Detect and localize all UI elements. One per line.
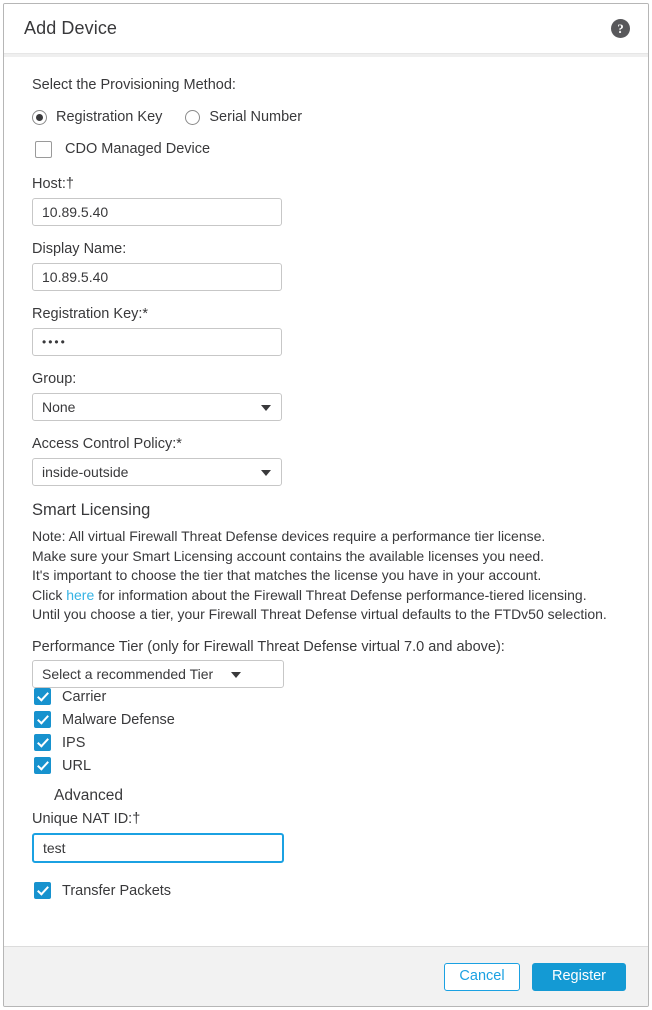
access-control-policy-select[interactable]: inside-outside	[32, 458, 282, 486]
checkbox-icon	[35, 140, 52, 158]
checkbox-checked-icon	[34, 734, 51, 751]
link-line-after: for information about the Firewall Threa…	[94, 586, 587, 603]
access-control-policy-field-block: Access Control Policy:* inside-outside	[32, 436, 628, 486]
registration-key-label: Registration Key:*	[32, 306, 149, 322]
advanced-heading: Advanced	[54, 786, 123, 804]
display-name-label: Display Name:	[32, 241, 127, 257]
license-label-ips: IPS	[62, 734, 86, 751]
page-title: Add Device	[24, 18, 118, 38]
transfer-packets-checkbox[interactable]: Transfer Packets	[32, 882, 628, 900]
unique-nat-id-label: Unique NAT ID:†	[32, 810, 141, 827]
smart-licensing-note-3: It's important to choose the tier that m…	[32, 567, 542, 583]
checkbox-checked-icon	[34, 688, 51, 705]
radio-registration-key-label: Registration Key	[56, 109, 163, 125]
smart-licensing-note-last: Until you choose a tier, your Firewall T…	[32, 606, 607, 622]
checkbox-checked-icon	[34, 711, 51, 728]
cancel-button[interactable]: Cancel	[444, 962, 520, 991]
smart-licensing-heading: Smart Licensing	[32, 501, 151, 519]
display-name-field-block: Display Name:	[32, 241, 628, 291]
registration-key-input[interactable]	[32, 328, 282, 356]
radio-serial-number[interactable]: Serial Number	[185, 108, 302, 126]
radio-registration-key[interactable]: Registration Key	[32, 108, 162, 126]
cdo-managed-device-label: CDO Managed Device	[65, 141, 211, 157]
license-checkbox-ips[interactable]: IPS	[32, 734, 628, 752]
license-checkbox-url[interactable]: URL	[32, 757, 628, 775]
access-control-policy-select-value: inside-outside	[42, 464, 129, 480]
help-circle-icon[interactable]: ?	[611, 19, 630, 38]
dialog-footer: Cancel Register	[4, 946, 648, 1006]
license-label-url: URL	[62, 757, 92, 774]
radio-serial-number-label: Serial Number	[209, 109, 303, 125]
smart-licensing-link-line: Click here for information about the Fir…	[32, 586, 628, 606]
unique-nat-id-input[interactable]	[32, 832, 284, 863]
chevron-down-icon	[231, 671, 241, 678]
transfer-packets-label: Transfer Packets	[62, 882, 172, 899]
performance-tier-select-value: Select a recommended Tier	[42, 665, 214, 682]
group-select[interactable]: None	[32, 393, 282, 421]
dialog-body: Select the Provisioning Method: Registra…	[4, 57, 648, 946]
registration-key-field-block: Registration Key:*	[32, 306, 628, 356]
cdo-managed-device-checkbox[interactable]: CDO Managed Device	[32, 140, 628, 158]
chevron-down-icon	[261, 470, 271, 476]
performance-tier-label: Performance Tier (only for Firewall Thre…	[32, 638, 505, 655]
license-checkbox-carrier[interactable]: Carrier	[32, 688, 628, 706]
license-label-carrier: Carrier	[62, 688, 107, 705]
provisioning-method-radio-group: Registration Key Serial Number	[32, 108, 628, 126]
provisioning-method-label: Select the Provisioning Method:	[32, 77, 236, 93]
host-label: Host:†	[32, 176, 74, 192]
checkbox-checked-icon	[34, 757, 51, 774]
group-select-value: None	[42, 399, 76, 415]
host-input[interactable]	[32, 198, 282, 226]
smart-licensing-note-1: Note: All virtual Firewall Threat Defens…	[32, 528, 546, 544]
radio-serial-number-icon	[185, 109, 201, 125]
license-checkbox-malware-defense[interactable]: Malware Defense	[32, 711, 628, 729]
group-label: Group:	[32, 371, 77, 387]
host-field-block: Host:†	[32, 176, 628, 226]
checkbox-checked-icon	[34, 882, 51, 899]
chevron-down-icon	[261, 405, 271, 411]
license-label-malware-defense: Malware Defense	[62, 711, 175, 728]
performance-tier-select[interactable]: Select a recommended Tier	[32, 659, 284, 688]
add-device-dialog: Add Device ? Select the Provisioning Met…	[3, 3, 649, 1007]
performance-tier-help-link[interactable]: here	[66, 587, 94, 603]
link-line-before: Click	[32, 586, 67, 603]
register-button[interactable]: Register	[532, 962, 626, 991]
group-field-block: Group: None	[32, 371, 628, 421]
radio-registration-key-icon	[32, 109, 47, 125]
dialog-header: Add Device ?	[4, 4, 648, 53]
smart-licensing-note-2: Make sure your Smart Licensing account c…	[32, 547, 545, 564]
access-control-policy-label: Access Control Policy:*	[32, 436, 182, 452]
display-name-input[interactable]	[32, 263, 282, 291]
